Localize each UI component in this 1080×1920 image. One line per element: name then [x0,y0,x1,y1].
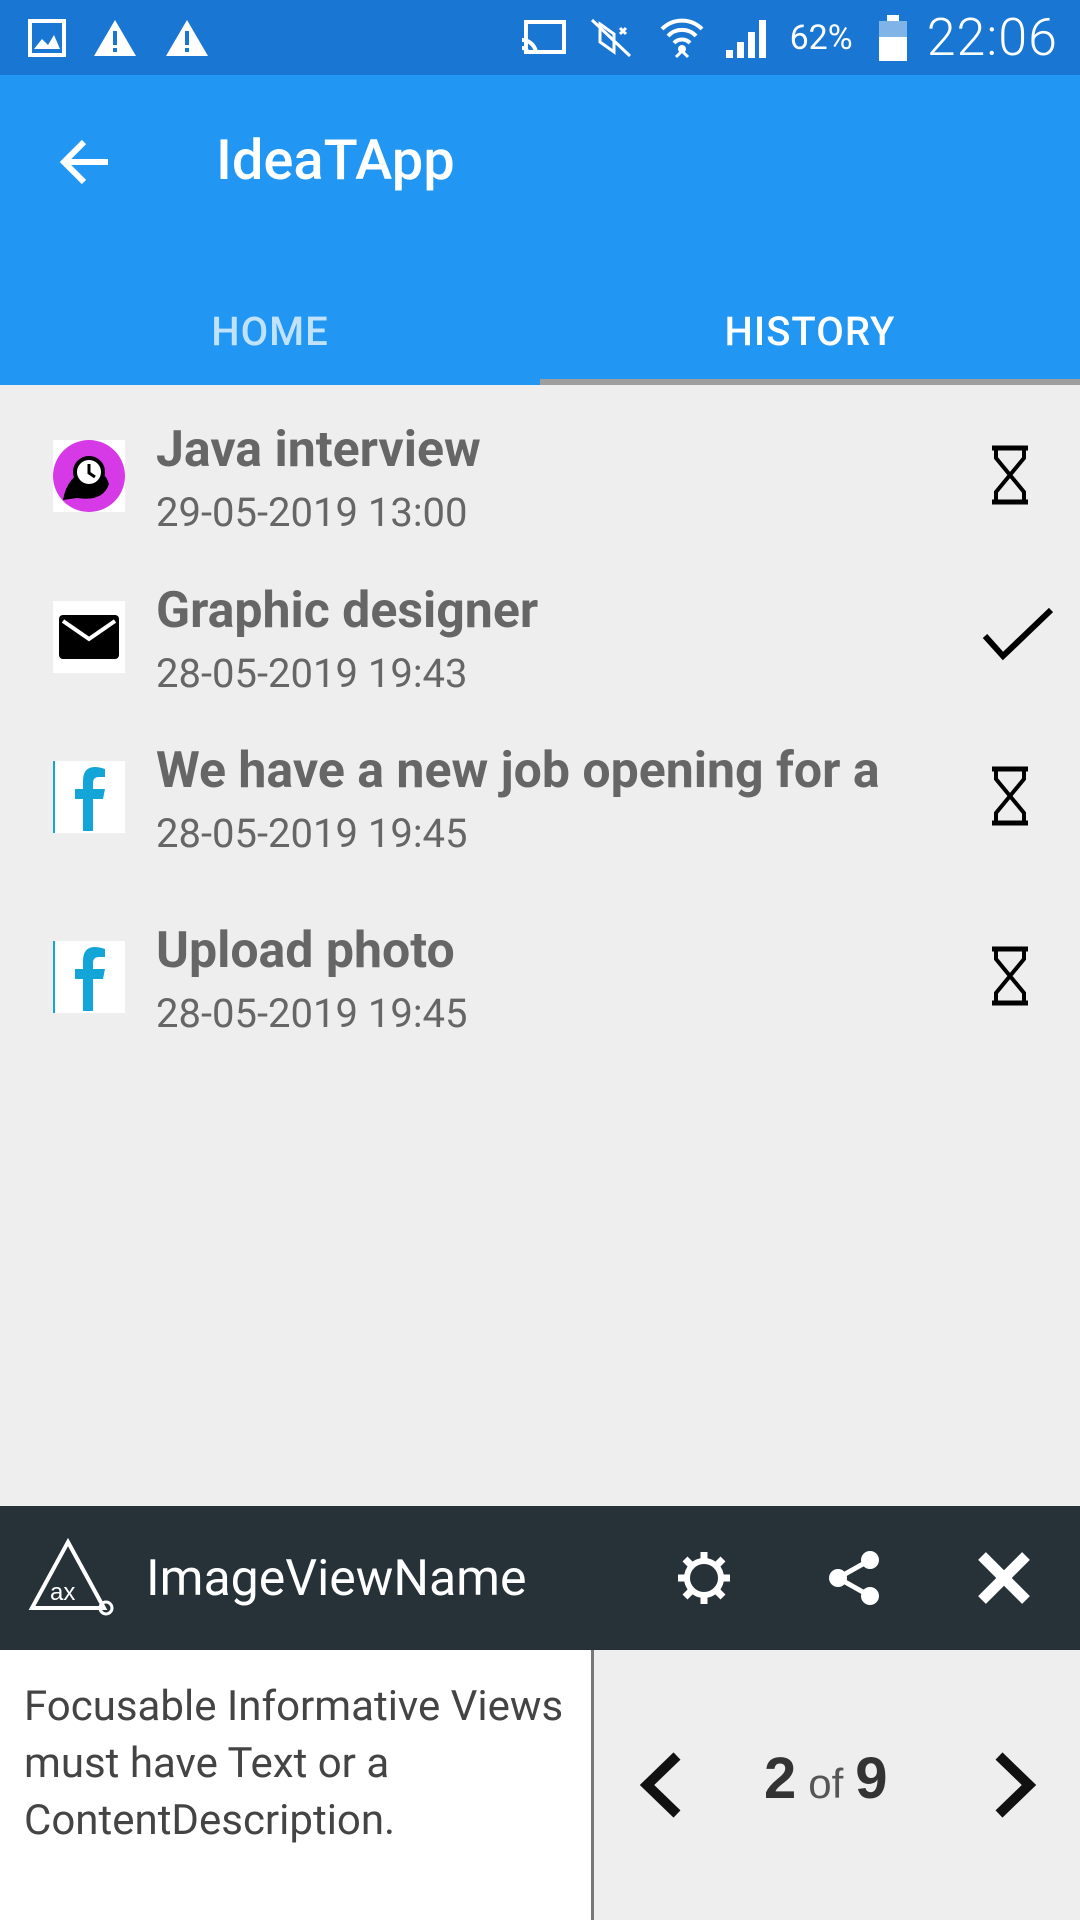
item-title: We have a new job opening for a [156,742,880,800]
issue-navigator: 2 of 9 [594,1650,1080,1920]
list-item[interactable]: Graphic designer 28-05-2019 19:43 [0,565,1080,745]
tab-history[interactable]: HISTORY [540,277,1080,385]
accessibility-scanner-logo-icon: ax [26,1536,116,1624]
clock-chat-icon [53,440,125,512]
list-item[interactable]: Upload photo 28-05-2019 19:45 [0,922,1080,1105]
cast-icon [518,18,568,58]
gear-icon [678,1552,730,1604]
item-date: 28-05-2019 19:43 [156,650,468,697]
clock: 22:06 [926,7,1058,68]
settings-button[interactable] [672,1546,736,1610]
facebook-icon [53,941,125,1013]
facebook-icon [53,761,125,833]
hourglass-icon [975,941,1045,1011]
app-bar: IdeaTApp HOME HISTORY [0,75,1080,385]
list-item[interactable]: Java interview 29-05-2019 13:00 [0,385,1080,565]
close-icon [978,1552,1030,1604]
current-issue: 2 [764,1746,797,1811]
item-title: Graphic designer [156,582,539,640]
issue-counter: 2 of 9 [764,1745,888,1812]
warning-icon [164,18,210,58]
status-bar: 62% 22:06 [0,0,1080,75]
battery-percent: 62% [789,17,853,58]
share-button[interactable] [822,1546,886,1610]
arrow-left-icon [59,139,108,185]
previous-issue-button[interactable] [626,1745,696,1825]
item-title: Upload photo [156,922,455,980]
battery-icon [877,13,909,63]
item-date: 28-05-2019 19:45 [156,990,468,1037]
mail-icon [53,601,125,673]
close-button[interactable] [972,1546,1036,1610]
signal-icon [724,16,772,60]
chevron-right-icon [995,1752,1037,1818]
tab-home[interactable]: HOME [0,277,540,385]
item-date: 29-05-2019 13:00 [156,489,468,536]
check-icon [978,601,1058,671]
hourglass-icon [975,761,1045,831]
next-issue-button[interactable] [980,1745,1050,1825]
svg-text:ax: ax [50,1579,75,1606]
scanner-panel: Focusable Informative Views must have Te… [0,1650,1080,1920]
of-label: of [808,1760,844,1807]
issue-description: Focusable Informative Views must have Te… [0,1650,594,1920]
app-title: IdeaTApp [216,127,455,193]
item-date: 28-05-2019 19:45 [156,810,468,857]
total-issues: 9 [855,1746,888,1811]
back-button[interactable] [52,130,116,194]
scanner-toolbar: ax ImageViewName [0,1506,1080,1650]
item-title: Java interview [156,421,481,479]
chevron-left-icon [639,1752,681,1818]
image-icon [28,18,66,57]
warning-icon [92,18,138,58]
tab-bar: HOME HISTORY [0,277,1080,385]
mute-icon [586,16,640,60]
history-list: Java interview 29-05-2019 13:00 Graphic … [0,385,1080,1105]
wifi-icon [658,13,706,63]
issue-title: ImageViewName [146,1550,527,1608]
list-item[interactable]: We have a new job opening for a 28-05-20… [0,742,1080,925]
share-icon [829,1551,879,1605]
hourglass-icon [975,440,1045,510]
